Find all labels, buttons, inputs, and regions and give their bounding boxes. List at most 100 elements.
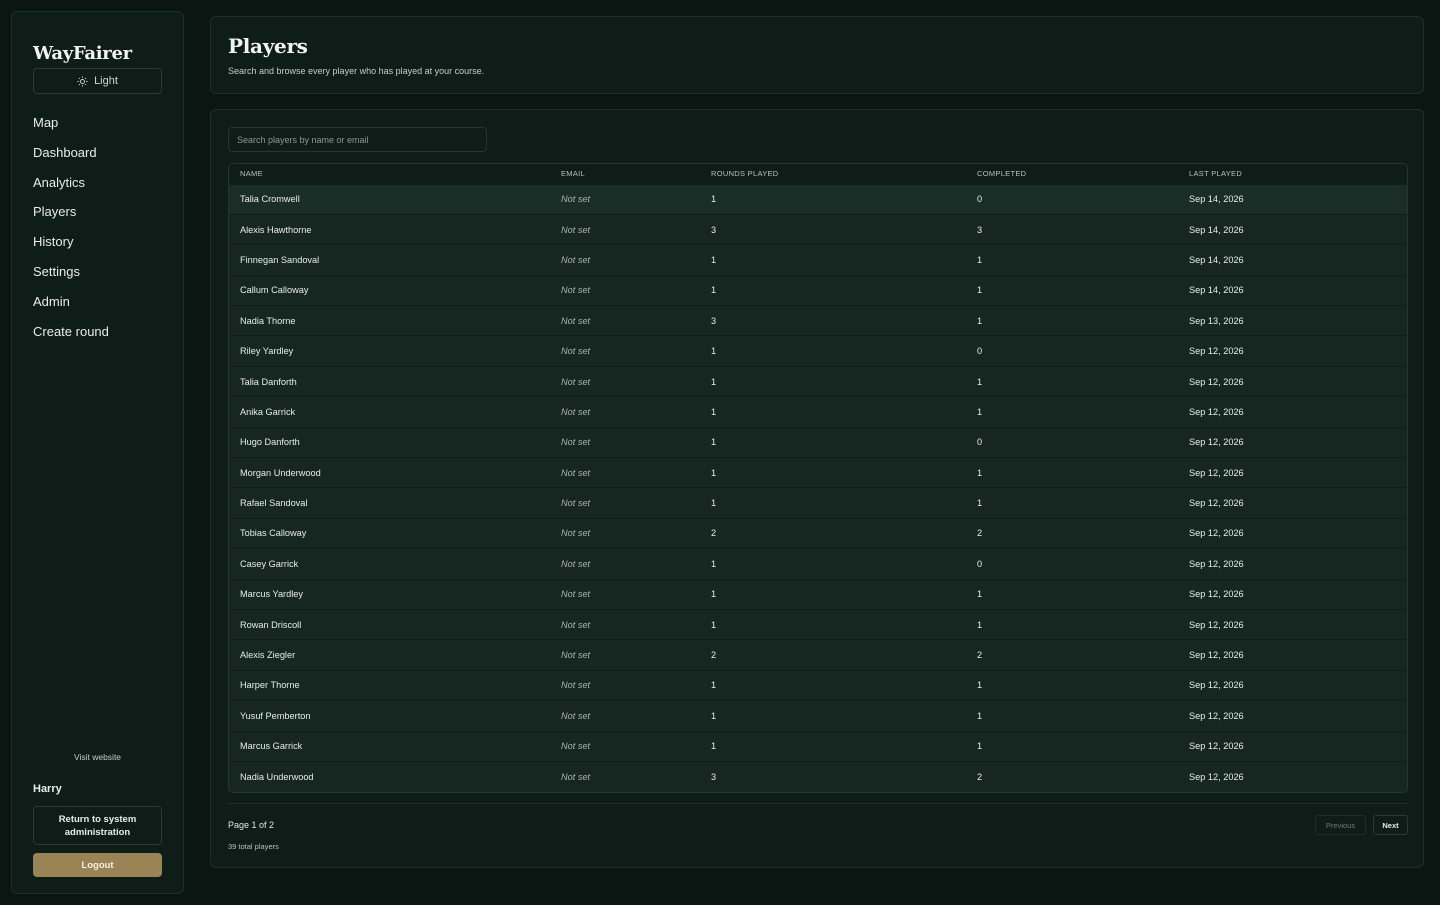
sidebar-item-admin[interactable]: Admin — [33, 287, 109, 317]
cell-email: Not set — [550, 244, 700, 276]
table-row[interactable]: Casey Garrick Not set 1 0 Sep 12, 2026 — [229, 548, 1407, 580]
cell-completed: 1 — [966, 730, 1178, 762]
table-row[interactable]: Marcus Yardley Not set 1 1 Sep 12, 2026 — [229, 578, 1407, 610]
cell-last-played: Sep 12, 2026 — [1178, 578, 1407, 610]
table-body: Talia Cromwell Not set 1 0 Sep 14, 2026 Alexi… — [229, 183, 1407, 792]
sidebar-item-map[interactable]: Map — [33, 108, 109, 138]
cell-email: Not set — [550, 730, 700, 762]
cell-rounds-played: 1 — [700, 487, 966, 519]
cell-completed: 1 — [966, 700, 1178, 732]
cell-name: Nadia Underwood — [229, 760, 550, 792]
cell-rounds-played: 1 — [700, 457, 966, 488]
cell-rounds-played: 1 — [700, 669, 966, 701]
cell-rounds-played: 3 — [700, 760, 966, 792]
page-subtitle: Search and browse every player who has p… — [228, 66, 485, 76]
cell-rounds-played: 3 — [700, 305, 966, 336]
table-row[interactable]: Tobias Calloway Not set 2 2 Sep 12, 2026 — [229, 517, 1407, 549]
column-header-rounds-played[interactable]: ROUNDS PLAYED — [700, 164, 966, 184]
cell-email: Not set — [550, 396, 700, 428]
cell-name: Rowan Driscoll — [229, 608, 550, 640]
search-input[interactable] — [228, 127, 487, 152]
cell-last-played: Sep 12, 2026 — [1178, 639, 1407, 671]
theme-toggle-label: Light — [94, 75, 118, 87]
sidebar-item-players[interactable]: Players — [33, 197, 109, 227]
cell-rounds-played: 1 — [700, 396, 966, 428]
cell-rounds-played: 1 — [700, 700, 966, 732]
cell-last-played: Sep 12, 2026 — [1178, 760, 1407, 792]
table-row[interactable]: Marcus Garrick Not set 1 1 Sep 12, 2026 — [229, 730, 1407, 762]
table-row[interactable]: Rafael Sandoval Not set 1 1 Sep 12, 2026 — [229, 487, 1407, 519]
cell-email: Not set — [550, 335, 700, 367]
table-row[interactable]: Finnegan Sandoval Not set 1 1 Sep 14, 2026 — [229, 244, 1407, 276]
cell-completed: 1 — [966, 365, 1178, 397]
cell-rounds-played: 1 — [700, 730, 966, 762]
cell-last-played: Sep 14, 2026 — [1178, 244, 1407, 276]
players-table: NAME EMAIL ROUNDS PLAYED COMPLETED LAST … — [228, 163, 1408, 793]
cell-email: Not set — [550, 639, 700, 671]
table-row[interactable]: Callum Calloway Not set 1 1 Sep 14, 2026 — [229, 274, 1407, 306]
cell-rounds-played: 1 — [700, 244, 966, 276]
table-row[interactable]: Harper Thorne Not set 1 1 Sep 12, 2026 — [229, 669, 1407, 701]
cell-rounds-played: 3 — [700, 213, 966, 245]
cell-last-played: Sep 12, 2026 — [1178, 669, 1407, 701]
column-header-last-played[interactable]: LAST PLAYED — [1178, 164, 1407, 184]
page-header: Players Search and browse every player w… — [210, 16, 1424, 94]
column-header-name[interactable]: NAME — [229, 164, 550, 184]
sidebar-item-create-round[interactable]: Create round — [33, 317, 109, 347]
sidebar-item-analytics[interactable]: Analytics — [33, 168, 109, 198]
total-count: 39 total players — [228, 842, 279, 851]
table-row[interactable]: Hugo Danforth Not set 1 0 Sep 12, 2026 — [229, 426, 1407, 458]
cell-last-played: Sep 12, 2026 — [1178, 487, 1407, 519]
table-row[interactable]: Alexis Hawthorne Not set 3 3 Sep 14, 2026 — [229, 213, 1407, 245]
brand-logo[interactable]: WayFairer — [33, 43, 132, 64]
table-row[interactable]: Alexis Ziegler Not set 2 2 Sep 12, 2026 — [229, 639, 1407, 671]
cell-email: Not set — [550, 183, 700, 215]
cell-last-played: Sep 12, 2026 — [1178, 426, 1407, 458]
sidebar-item-history[interactable]: History — [33, 227, 109, 257]
table-row[interactable]: Anika Garrick Not set 1 1 Sep 12, 2026 — [229, 396, 1407, 428]
cell-name: Anika Garrick — [229, 396, 550, 428]
cell-email: Not set — [550, 426, 700, 458]
table-row[interactable]: Talia Danforth Not set 1 1 Sep 12, 2026 — [229, 365, 1407, 397]
cell-name: Tobias Calloway — [229, 517, 550, 549]
cell-last-played: Sep 12, 2026 — [1178, 608, 1407, 640]
table-row[interactable]: Morgan Underwood Not set 1 1 Sep 12, 2026 — [229, 457, 1407, 488]
cell-completed: 1 — [966, 487, 1178, 519]
cell-last-played: Sep 14, 2026 — [1178, 213, 1407, 245]
cell-completed: 1 — [966, 274, 1178, 306]
cell-rounds-played: 1 — [700, 578, 966, 610]
cell-completed: 1 — [966, 578, 1178, 610]
cell-name: Marcus Yardley — [229, 578, 550, 610]
logout-button[interactable]: Logout — [33, 853, 162, 877]
theme-toggle-button[interactable]: Light — [33, 68, 162, 94]
cell-rounds-played: 1 — [700, 365, 966, 397]
cell-rounds-played: 2 — [700, 639, 966, 671]
cell-email: Not set — [550, 700, 700, 732]
next-page-button[interactable]: Next — [1373, 815, 1408, 835]
cell-email: Not set — [550, 274, 700, 306]
cell-completed: 1 — [966, 305, 1178, 336]
table-row[interactable]: Nadia Thorne Not set 3 1 Sep 13, 2026 — [229, 305, 1407, 336]
table-row[interactable]: Yusuf Pemberton Not set 1 1 Sep 12, 2026 — [229, 700, 1407, 732]
sidebar-item-settings[interactable]: Settings — [33, 257, 109, 287]
table-row[interactable]: Rowan Driscoll Not set 1 1 Sep 12, 2026 — [229, 608, 1407, 640]
cell-last-played: Sep 12, 2026 — [1178, 700, 1407, 732]
cell-rounds-played: 1 — [700, 274, 966, 306]
table-row[interactable]: Talia Cromwell Not set 1 0 Sep 14, 2026 — [229, 183, 1407, 215]
sidebar-item-dashboard[interactable]: Dashboard — [33, 138, 109, 168]
cell-last-played: Sep 14, 2026 — [1178, 183, 1407, 215]
table-row[interactable]: Riley Yardley Not set 1 0 Sep 12, 2026 — [229, 335, 1407, 367]
cell-name: Harper Thorne — [229, 669, 550, 701]
table-row[interactable]: Nadia Underwood Not set 3 2 Sep 12, 2026 — [229, 760, 1407, 792]
cell-last-played: Sep 12, 2026 — [1178, 548, 1407, 580]
cell-last-played: Sep 14, 2026 — [1178, 274, 1407, 306]
cell-name: Talia Cromwell — [229, 183, 550, 215]
column-header-email[interactable]: EMAIL — [550, 164, 700, 184]
cell-name: Marcus Garrick — [229, 730, 550, 762]
cell-name: Callum Calloway — [229, 274, 550, 306]
cell-email: Not set — [550, 760, 700, 792]
visit-website-link[interactable]: Visit website — [12, 752, 183, 762]
column-header-completed[interactable]: COMPLETED — [966, 164, 1178, 184]
return-to-admin-button[interactable]: Return to system administration — [33, 806, 162, 845]
page-title: Players — [228, 34, 308, 58]
